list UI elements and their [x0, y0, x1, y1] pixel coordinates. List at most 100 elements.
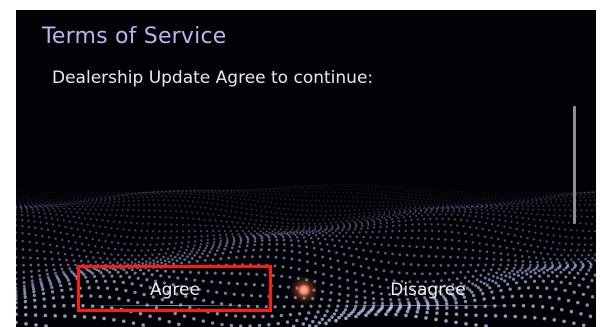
wave-particle [510, 201, 513, 204]
wave-particle [368, 214, 371, 217]
wave-particle [153, 191, 155, 193]
wave-particle [122, 196, 125, 198]
disagree-button[interactable]: Disagree [328, 272, 528, 308]
wave-particle [572, 276, 577, 280]
wave-particle [53, 314, 57, 318]
wave-particle [298, 232, 302, 235]
wave-particle [260, 215, 263, 217]
wave-particle [556, 248, 559, 251]
wave-particle [549, 192, 551, 193]
wave-particle [103, 201, 106, 204]
wave-particle [417, 188, 419, 190]
wave-particle [307, 233, 311, 237]
wave-particle [287, 222, 289, 225]
wave-particle [532, 195, 534, 197]
wave-particle [16, 277, 18, 281]
wave-particle [282, 305, 286, 309]
wave-particle [258, 196, 261, 198]
wave-particle [175, 216, 178, 219]
wave-particle [520, 203, 523, 206]
wave-particle [57, 204, 60, 206]
wave-particle [503, 210, 505, 213]
wave-particle [182, 230, 185, 233]
wave-particle [579, 193, 581, 195]
wave-particle [414, 206, 417, 209]
wave-particle [526, 236, 529, 240]
wave-particle [522, 193, 525, 195]
wave-particle [305, 245, 309, 249]
wave-particle [46, 272, 49, 276]
wave-particle [245, 202, 248, 205]
wave-particle [284, 188, 286, 191]
wave-particle [564, 242, 568, 245]
wave-particle [235, 229, 238, 233]
wave-particle [550, 201, 552, 204]
wave-particle [418, 194, 421, 197]
wave-particle [70, 201, 73, 204]
wave-particle [335, 251, 338, 254]
wave-particle [415, 194, 417, 196]
wave-particle [34, 226, 37, 229]
wave-particle [112, 318, 116, 322]
wave-particle [348, 217, 350, 219]
wave-particle [297, 226, 300, 228]
wave-particle [462, 198, 464, 200]
wave-particle [318, 200, 321, 202]
wave-particle [557, 204, 560, 207]
wave-particle [491, 205, 494, 208]
wave-particle [46, 204, 49, 206]
wave-particle [100, 198, 102, 201]
scrollbar[interactable] [573, 106, 576, 224]
wave-particle [237, 232, 240, 236]
wave-particle [576, 271, 580, 275]
wave-particle [492, 257, 496, 261]
wave-particle [241, 229, 244, 233]
wave-particle [281, 222, 284, 224]
wave-particle [117, 192, 119, 193]
wave-particle [315, 205, 318, 207]
wave-particle [414, 214, 418, 217]
wave-particle [405, 187, 407, 189]
wave-particle [495, 207, 497, 210]
wave-particle [520, 266, 524, 270]
wave-particle [217, 190, 219, 192]
wave-particle [62, 198, 64, 200]
wave-particle [366, 227, 369, 230]
wave-particle [419, 210, 422, 213]
wave-particle [223, 247, 227, 251]
wave-particle [313, 186, 315, 188]
wave-particle [526, 193, 528, 195]
wave-particle [173, 247, 176, 250]
wave-particle [70, 196, 72, 198]
wave-particle [233, 193, 235, 196]
wave-particle [542, 271, 546, 275]
wave-particle [94, 200, 97, 203]
wave-particle [315, 210, 318, 212]
wave-particle [286, 218, 289, 220]
wave-particle [118, 198, 121, 201]
wave-particle [151, 195, 154, 198]
wave-particle [66, 196, 68, 198]
wave-particle [480, 192, 482, 193]
wave-particle [164, 191, 167, 193]
wave-particle [227, 256, 231, 260]
wave-particle [585, 209, 588, 212]
wave-particle [55, 213, 58, 216]
wave-particle [51, 296, 56, 300]
wave-particle [560, 307, 564, 312]
wave-particle [358, 209, 360, 211]
wave-particle [246, 189, 248, 191]
wave-particle [394, 261, 398, 265]
wave-particle [501, 192, 503, 194]
wave-particle [369, 250, 373, 253]
wave-particle [481, 227, 484, 231]
wave-particle [422, 195, 424, 197]
wave-particle [302, 204, 304, 206]
wave-particle [207, 189, 210, 192]
wave-particle [76, 199, 79, 201]
wave-particle [18, 193, 20, 195]
wave-particle [497, 194, 499, 196]
wave-particle [331, 238, 334, 242]
wave-particle [566, 298, 571, 303]
wave-particle [442, 203, 445, 206]
